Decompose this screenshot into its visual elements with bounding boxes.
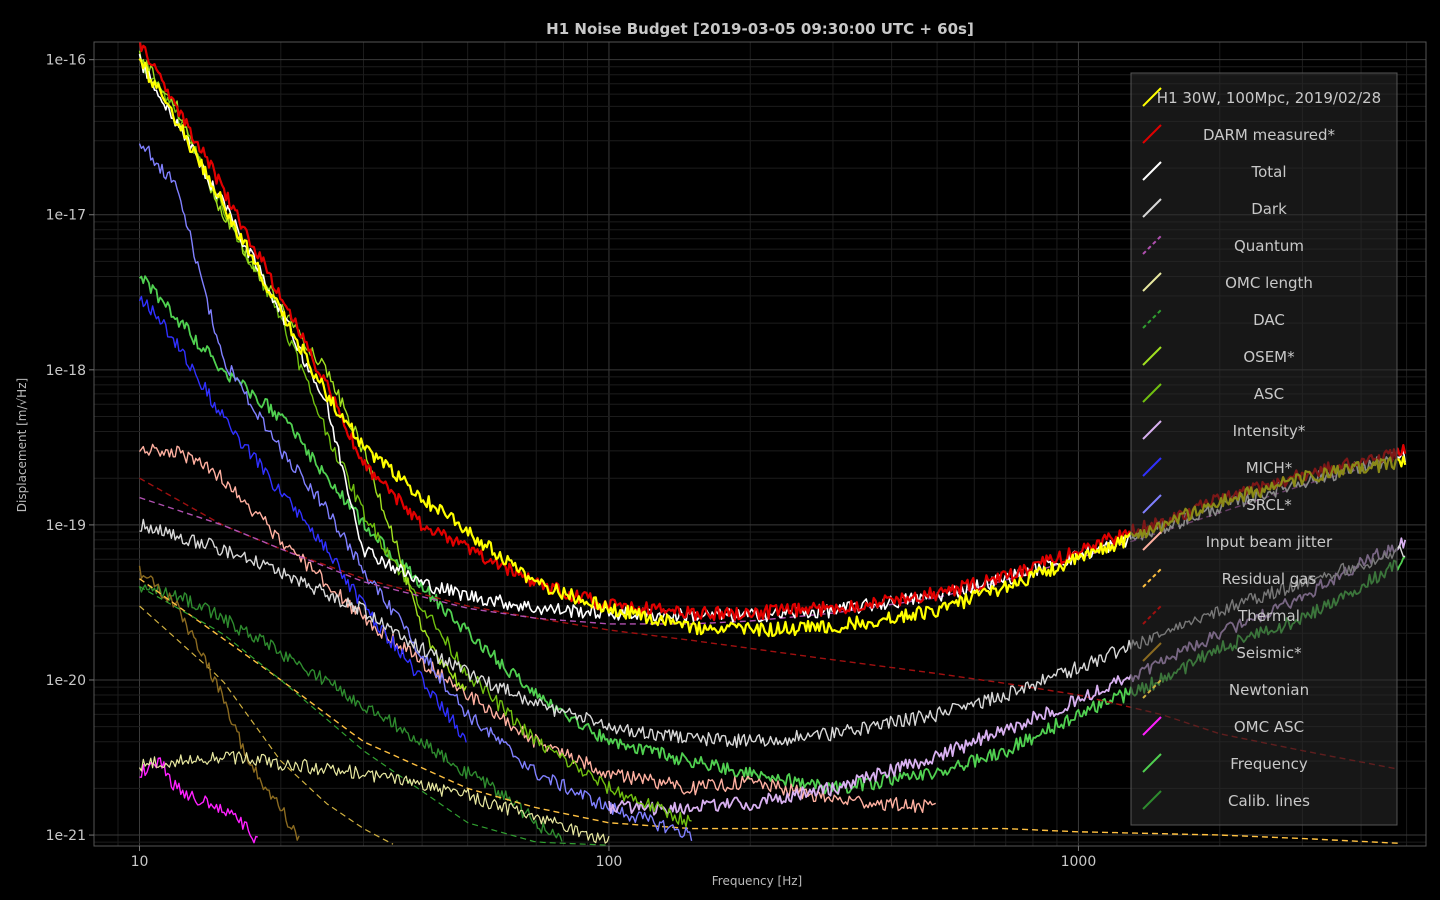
legend-label: H1 30W, 100Mpc, 2019/02/28 — [1157, 89, 1381, 107]
legend-label: Residual gas — [1222, 570, 1317, 588]
legend-label: MICH* — [1246, 459, 1293, 477]
legend-label: Total — [1250, 163, 1286, 181]
x-tick-label: 100 — [596, 854, 623, 870]
legend[interactable]: H1 30W, 100Mpc, 2019/02/28 DARM measured*… — [1130, 72, 1398, 826]
y-tick-label: 1e-17 — [46, 208, 86, 224]
legend-label: Dark — [1251, 200, 1287, 218]
x-tick-label: 1000 — [1061, 854, 1097, 870]
legend-label: OMC length — [1225, 274, 1313, 292]
y-tick-label: 1e-16 — [46, 53, 86, 69]
legend-box — [1130, 72, 1398, 826]
x-axis-label: Frequency [Hz] — [712, 874, 803, 888]
legend-label: SRCL* — [1246, 496, 1292, 514]
legend-label: Thermal — [1237, 607, 1300, 625]
legend-label: OSEM* — [1243, 348, 1295, 366]
legend-label: ASC — [1254, 385, 1284, 403]
legend-label: Quantum — [1234, 237, 1304, 255]
legend-label: Frequency — [1230, 755, 1308, 773]
legend-label: DAC — [1253, 311, 1285, 329]
legend-label: Seismic* — [1236, 644, 1302, 662]
legend-label: Calib. lines — [1228, 792, 1310, 810]
noise-budget-chart: H1 Noise Budget [2019-03-05 09:30:00 UTC… — [0, 0, 1440, 900]
y-tick-label: 1e-19 — [46, 518, 86, 534]
legend-label: Input beam jitter — [1206, 533, 1333, 551]
y-tick-label: 1e-18 — [46, 363, 86, 379]
y-tick-label: 1e-20 — [46, 673, 86, 689]
legend-label: DARM measured* — [1203, 126, 1336, 144]
chart-title: H1 Noise Budget [2019-03-05 09:30:00 UTC… — [546, 20, 974, 38]
legend-label: OMC ASC — [1234, 718, 1304, 736]
y-tick-label: 1e-21 — [46, 828, 86, 844]
legend-item-h1-30w-100mpc-2019-02-28[interactable]: H1 30W, 100Mpc, 2019/02/28 — [1142, 87, 1381, 107]
legend-label: Intensity* — [1233, 422, 1306, 440]
y-axis-label: Displacement [m/√Hz] — [15, 378, 29, 512]
x-tick-label: 10 — [131, 854, 149, 870]
legend-label: Newtonian — [1229, 681, 1309, 699]
